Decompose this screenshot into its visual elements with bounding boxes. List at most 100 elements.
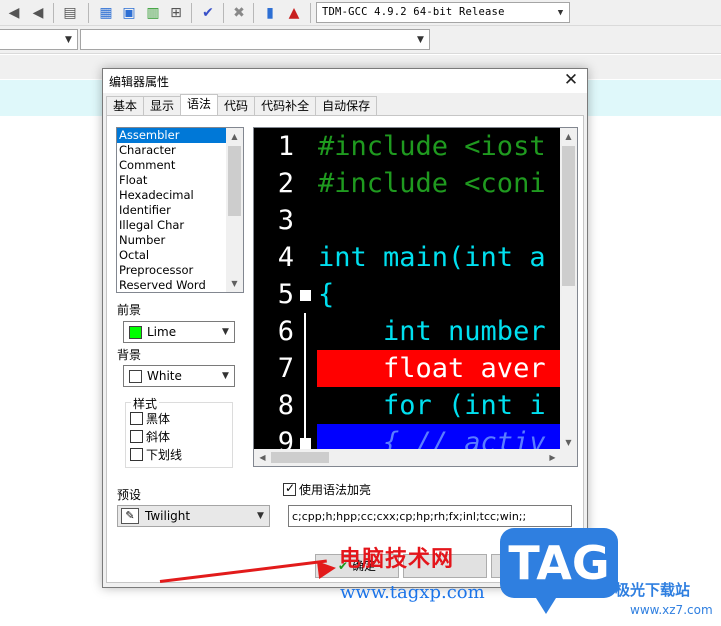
checkbox-box[interactable] (130, 447, 143, 461)
line-number: 3 (277, 205, 294, 236)
preview-v-scrollbar[interactable]: ▲ ▼ (560, 128, 577, 451)
code-line[interactable]: 4 int main(int a (254, 239, 561, 276)
scroll-right-icon[interactable]: ▶ (544, 449, 561, 466)
code-line[interactable]: 7 float aver (254, 350, 561, 387)
preview-h-scrollbar[interactable]: ◀ ▶ (254, 449, 561, 466)
list-item[interactable]: Hexadecimal (117, 188, 226, 203)
file-extensions-input[interactable]: c;cpp;h;hpp;cc;cxx;cp;hp;rh;fx;inl;tcc;w… (288, 505, 572, 527)
code-preview-area[interactable]: 1 #include <iost 2 #include <coni 3 4 int main… (254, 128, 561, 450)
back-icon[interactable]: ◀ (4, 3, 24, 23)
tab-code-completion[interactable]: 代码补全 (254, 96, 317, 115)
foreground-value: Lime (147, 325, 177, 339)
delete-icon[interactable]: ✖ (229, 3, 249, 23)
italic-checkbox[interactable]: 斜体 (130, 428, 170, 444)
token-list[interactable]: Assembler Character Comment Float Hexade… (116, 127, 244, 293)
code-line[interactable]: 6 int number (254, 313, 561, 350)
preset-label: 预设 (117, 488, 142, 502)
list-item[interactable]: Number (117, 233, 226, 248)
chevron-down-icon: ▼ (222, 371, 229, 381)
use-syntax-checkbox[interactable]: 使用语法加亮 (283, 481, 371, 497)
token-list-scrollbar[interactable]: ▲ ▼ (226, 128, 243, 292)
list-item[interactable]: Octal (117, 248, 226, 263)
scroll-up-icon[interactable]: ▲ (560, 128, 577, 145)
window-icon[interactable]: ▣ (119, 3, 139, 23)
tab-display[interactable]: 显示 (143, 96, 182, 115)
code-line[interactable]: 1 #include <iost (254, 128, 561, 165)
code-text: int main(int a (318, 242, 546, 273)
checkbox-box[interactable] (283, 481, 296, 496)
class-browser-toolbar: ▼ ▼ (0, 26, 721, 54)
profile-icon[interactable]: ▲ (284, 3, 304, 23)
fold-guide (304, 313, 306, 450)
watermark-url: www.tagxp.com (340, 582, 485, 603)
chevron-down-icon: ▼ (65, 34, 72, 45)
underline-checkbox[interactable]: 下划线 (130, 446, 182, 462)
preset-value: Twilight (145, 509, 191, 523)
list-item[interactable]: Float (117, 173, 226, 188)
scroll-down-icon[interactable]: ▼ (226, 275, 243, 292)
code-text: { (318, 279, 335, 310)
checkbox-box[interactable] (130, 411, 143, 425)
watermark-site: 极光下载站 (615, 581, 691, 599)
tab-code[interactable]: 代码 (217, 96, 256, 115)
scroll-corner (560, 449, 577, 466)
chevron-down-icon: ▼ (417, 34, 424, 45)
line-number: 8 (277, 390, 294, 421)
symbol-combo[interactable]: ▼ (80, 29, 430, 50)
use-syntax-label: 使用语法加亮 (299, 482, 372, 497)
chevron-down-icon: ▼ (222, 327, 229, 337)
list-item[interactable]: Preprocessor (117, 263, 226, 278)
watermark-url-secondary: www.xz7.com (630, 603, 713, 617)
tab-autosave[interactable]: 自动保存 (315, 96, 378, 115)
syntax-preview[interactable]: 1 #include <iost 2 #include <coni 3 4 int main… (253, 127, 578, 467)
line-number: 4 (277, 242, 294, 273)
toolbar-separator (191, 3, 192, 23)
background-value: White (147, 369, 182, 383)
line-number: 6 (277, 316, 294, 347)
fold-marker-icon[interactable] (300, 438, 311, 449)
checkbox-box[interactable] (130, 429, 143, 443)
bookmark-icon[interactable]: ▤ (60, 3, 80, 23)
background-color-select[interactable]: White ▼ (123, 365, 235, 387)
list-item[interactable]: Comment (117, 158, 226, 173)
tiles-icon[interactable]: ⊞ (166, 3, 186, 23)
panel-icon[interactable]: ▥ (143, 3, 163, 23)
tab-basic[interactable]: 基本 (106, 96, 145, 115)
list-item[interactable]: Character (117, 143, 226, 158)
list-item[interactable]: Identifier (117, 203, 226, 218)
scope-combo[interactable]: ▼ (0, 29, 78, 50)
main-toolbar: ◀ ◀ ▤ ▦ ▣ ▥ ⊞ ✔ ✖ ▮ ▲ TDM-GCC 4.9.2 64-b… (0, 0, 721, 26)
close-icon[interactable]: ✕ (561, 70, 581, 90)
list-item[interactable]: Illegal Char (117, 218, 226, 233)
compiler-select[interactable]: TDM-GCC 4.9.2 64-bit Release ▼ (316, 2, 570, 23)
toolbar-separator (53, 3, 54, 23)
code-line[interactable]: 3 (254, 202, 561, 239)
scroll-left-icon[interactable]: ◀ (254, 449, 271, 466)
code-text: #include <coni (318, 168, 546, 199)
code-line[interactable]: 8 for (int i (254, 387, 561, 424)
scroll-thumb[interactable] (228, 146, 241, 216)
annotation-arrow-head (316, 558, 338, 580)
line-number: 1 (277, 131, 294, 162)
scroll-thumb[interactable] (562, 146, 575, 286)
chart-icon[interactable]: ▮ (260, 3, 280, 23)
code-text: int number (318, 316, 546, 347)
style-group: 样式 黑体 斜体 下划线 (125, 395, 233, 468)
foreground-color-select[interactable]: Lime ▼ (123, 321, 235, 343)
code-line[interactable]: 2 #include <coni (254, 165, 561, 202)
preset-select[interactable]: ✎ Twilight ▼ (117, 505, 270, 527)
grid-icon[interactable]: ▦ (96, 3, 116, 23)
list-item[interactable]: Assembler (117, 128, 226, 143)
tab-syntax[interactable]: 语法 (180, 94, 219, 115)
toolbar-separator (88, 3, 89, 23)
bold-checkbox[interactable]: 黑体 (130, 410, 170, 426)
background-label: 背景 (117, 348, 142, 362)
tag-logo: TAG (500, 528, 618, 614)
scroll-up-icon[interactable]: ▲ (226, 128, 243, 145)
scroll-thumb[interactable] (271, 452, 329, 463)
fold-marker-icon[interactable] (300, 290, 311, 301)
forward-icon[interactable]: ◀ (28, 3, 48, 23)
code-text: { // activ (318, 427, 546, 450)
list-item[interactable]: Reserved Word (117, 278, 226, 292)
check-icon[interactable]: ✔ (198, 3, 218, 23)
